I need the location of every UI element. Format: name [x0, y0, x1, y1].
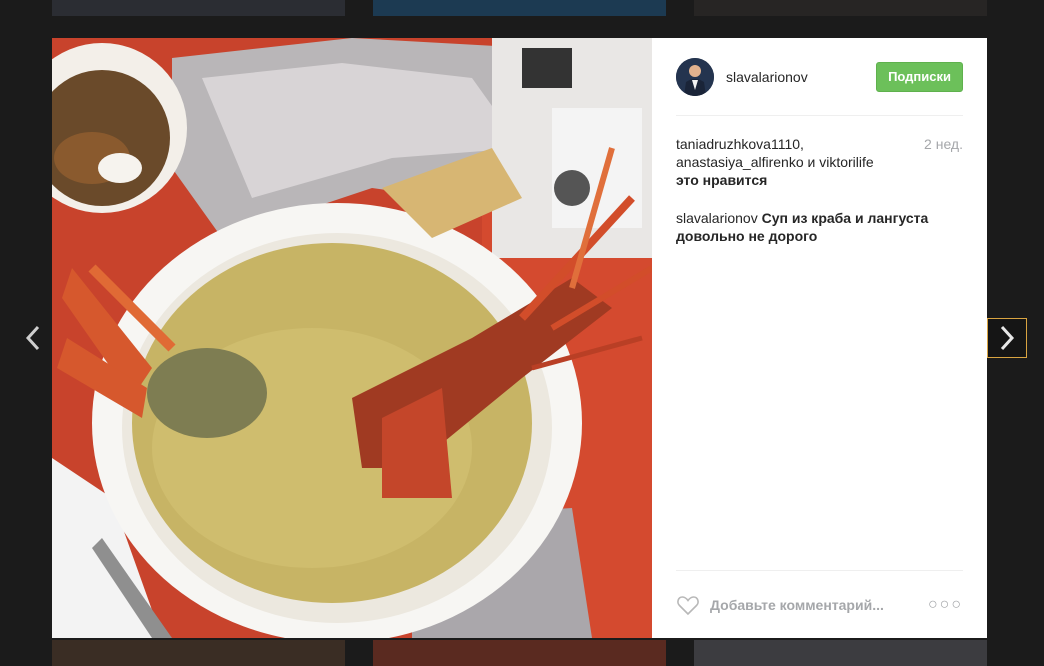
post-timestamp[interactable]: 2 нед.: [924, 135, 963, 153]
chevron-left-icon: [25, 325, 40, 351]
background-thumbnail[interactable]: [694, 0, 987, 16]
likers-list[interactable]: taniadruzhkova1110, anastasiya_alfirenko…: [676, 135, 906, 171]
post-photo[interactable]: [52, 38, 652, 638]
post-sidebar: slavalarionov Подписки taniadruzhkova111…: [652, 38, 987, 638]
heart-icon[interactable]: [676, 594, 700, 616]
soup-photo-illustration: [52, 38, 652, 638]
username-link[interactable]: slavalarionov: [726, 69, 876, 85]
next-post-button[interactable]: [987, 318, 1027, 358]
previous-post-button[interactable]: [13, 318, 53, 358]
comment-input[interactable]: [710, 596, 928, 613]
background-thumbnail[interactable]: [52, 0, 345, 16]
background-thumbnail[interactable]: [373, 0, 666, 16]
post-caption: slavalarionov Суп из краба и лангуста до…: [676, 209, 963, 245]
background-thumbnail[interactable]: [373, 640, 666, 666]
post-footer: ○○○: [676, 570, 963, 638]
post-modal: slavalarionov Подписки taniadruzhkova111…: [52, 38, 987, 638]
background-thumbnail[interactable]: [694, 640, 987, 666]
caption-author[interactable]: slavalarionov: [676, 210, 758, 226]
avatar[interactable]: [676, 57, 714, 96]
more-options-icon[interactable]: ○○○: [928, 596, 963, 614]
user-avatar-image: [676, 57, 714, 96]
chevron-right-icon: [1000, 325, 1015, 351]
post-header: slavalarionov Подписки: [676, 38, 963, 116]
likes-summary: taniadruzhkova1110, anastasiya_alfirenko…: [676, 135, 963, 189]
background-thumbnail[interactable]: [52, 640, 345, 666]
likes-suffix: это нравится: [676, 172, 768, 188]
following-button[interactable]: Подписки: [876, 61, 963, 92]
